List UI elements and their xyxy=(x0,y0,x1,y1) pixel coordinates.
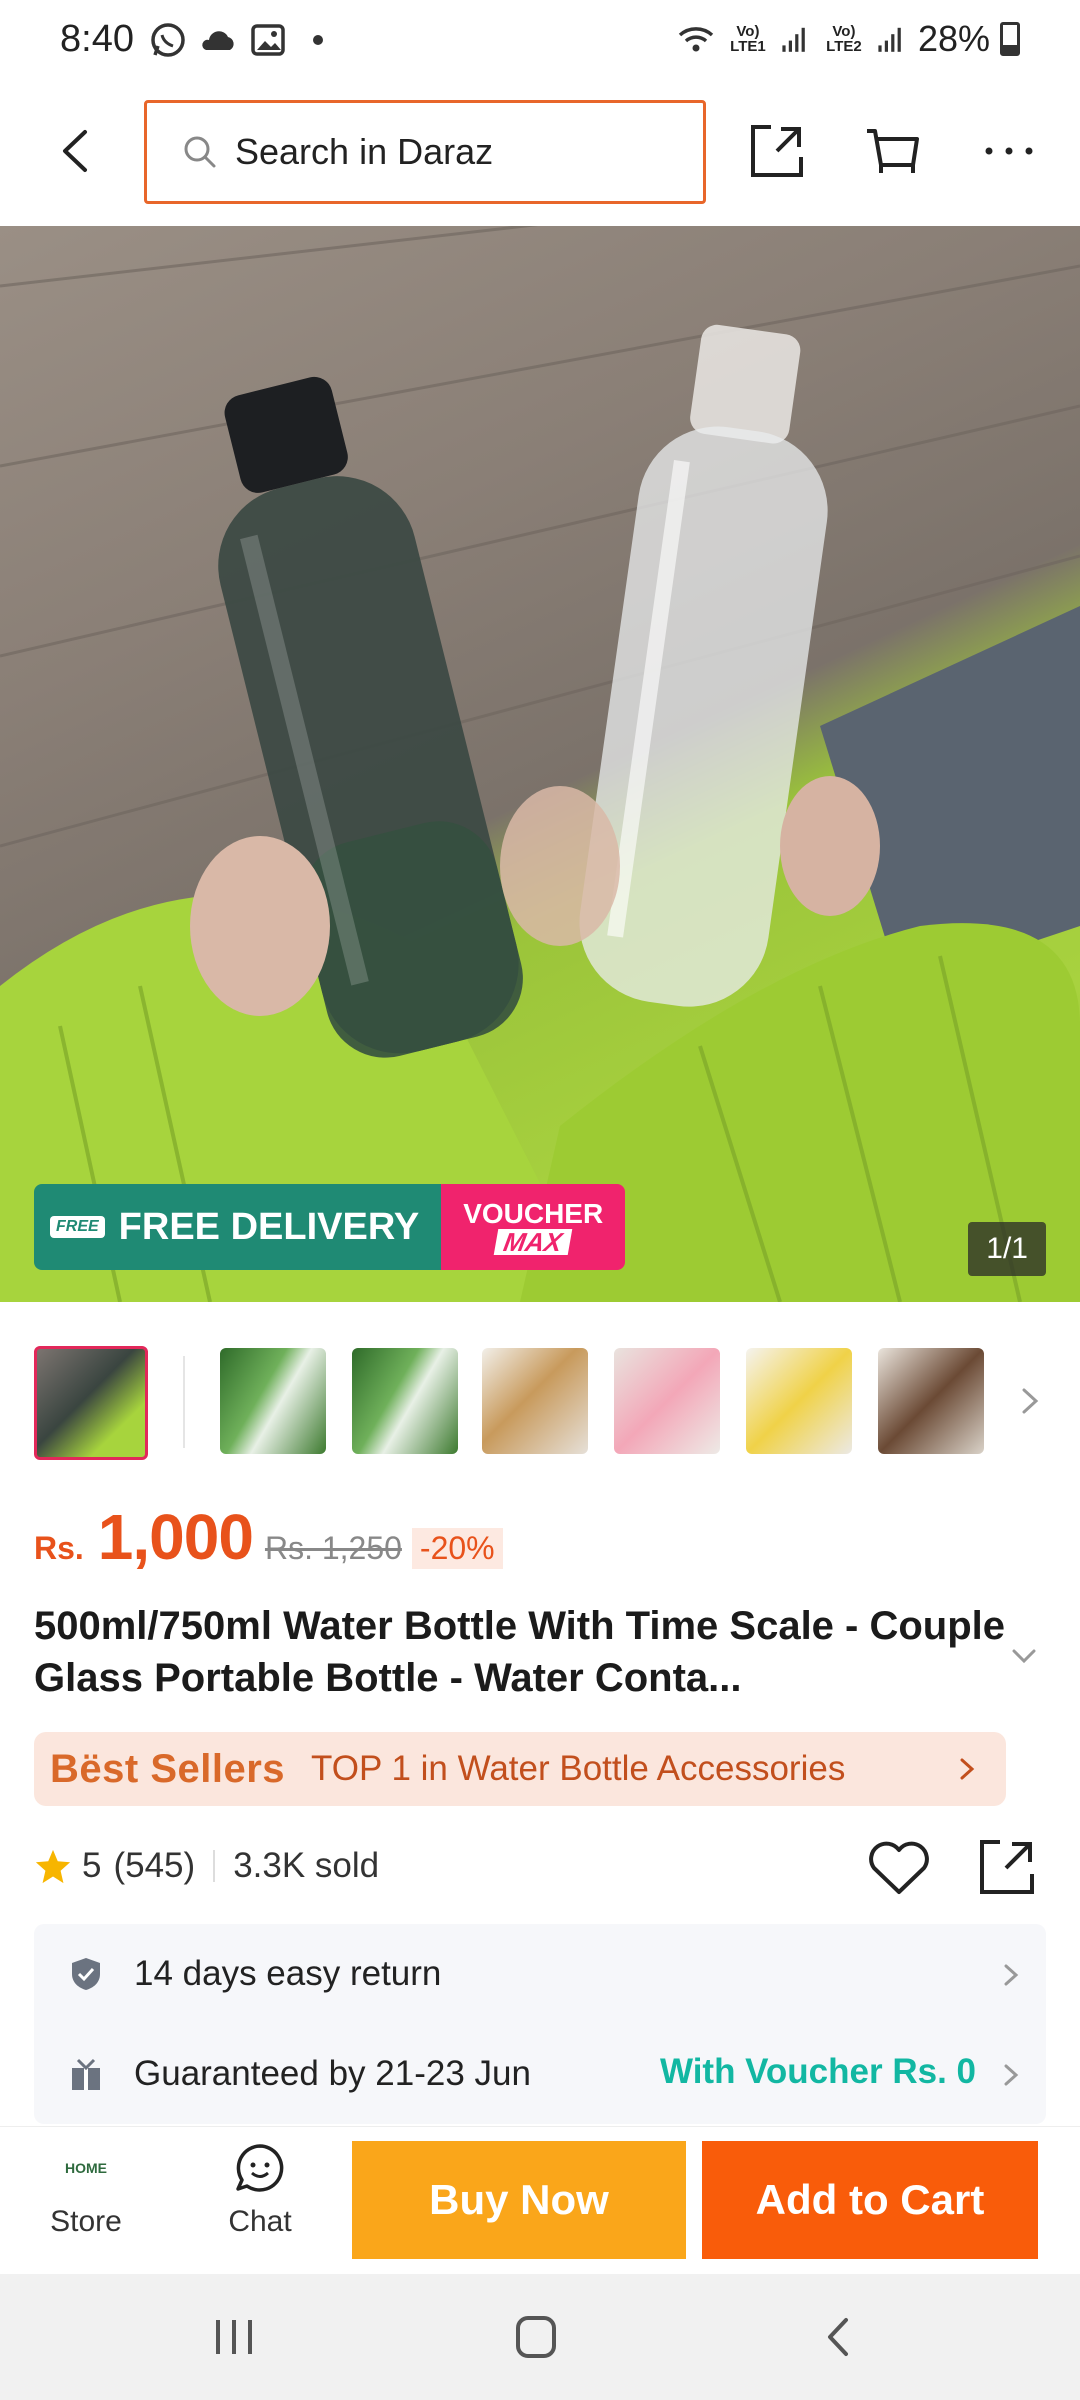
voucher-max-badge: VOUCHER MAX xyxy=(441,1184,626,1270)
buy-now-button[interactable]: Buy Now xyxy=(352,2141,686,2259)
chat-icon xyxy=(236,2144,284,2192)
status-bar: 8:40 Vo) LTE1 Vo) LTE2 28% xyxy=(0,0,1080,80)
status-system-icons: Vo) LTE1 Vo) LTE2 28% xyxy=(676,18,1020,60)
search-placeholder: Search in Daraz xyxy=(235,131,494,172)
thumbnail-item[interactable] xyxy=(614,1348,720,1454)
store-label: Store xyxy=(50,2205,122,2238)
bestseller-banner[interactable]: Bëst Sellers TOP 1 in Water Bottle Acces… xyxy=(34,1732,1006,1806)
delivery-text: Guaranteed by 21-23 Jun xyxy=(134,2054,531,2093)
store-button[interactable]: HOME Store xyxy=(26,2141,146,2239)
product-photo xyxy=(0,226,1080,1302)
divider xyxy=(213,1850,216,1882)
sold-count: 3.3K sold xyxy=(233,1846,380,1885)
discount-badge: -20% xyxy=(411,1528,503,1569)
more-button[interactable] xyxy=(974,116,1044,186)
image-counter: 1/1 xyxy=(968,1222,1046,1276)
thumbnail-item[interactable] xyxy=(352,1348,458,1454)
back-button[interactable] xyxy=(40,116,110,186)
back-nav-icon[interactable] xyxy=(810,2312,870,2362)
whatsapp-icon xyxy=(151,23,185,57)
delivery-row[interactable]: Guaranteed by 21-23 Jun With Voucher Rs.… xyxy=(34,2024,1046,2124)
signal-icon xyxy=(878,27,901,52)
shield-check-icon xyxy=(72,1958,100,1990)
bestseller-badge: Bëst Sellers xyxy=(50,1746,286,1791)
bottom-action-bar: HOME Store Chat Buy Now Add to Cart xyxy=(0,2126,1080,2274)
share-icon xyxy=(751,125,803,177)
service-info-card: 14 days easy return Guaranteed by 21-23 … xyxy=(34,1924,1046,2124)
chat-label: Chat xyxy=(228,2205,292,2238)
status-notification-icons xyxy=(148,20,338,60)
sim2-label: Vo) LTE2 xyxy=(826,23,862,55)
cart-icon xyxy=(867,129,919,173)
add-to-cart-button[interactable]: Add to Cart xyxy=(702,2141,1038,2259)
thumbnail-item[interactable] xyxy=(220,1348,326,1454)
product-title[interactable]: 500ml/750ml Water Bottle With Time Scale… xyxy=(34,1600,1014,1704)
current-price: 1,000 xyxy=(97,1501,254,1573)
chevron-right-icon xyxy=(1004,2064,1019,2086)
thumbnail-item[interactable] xyxy=(878,1348,984,1454)
gallery-icon xyxy=(251,24,285,56)
thumbnail-item[interactable] xyxy=(34,1346,148,1460)
product-image[interactable]: FREE FREE DELIVERY VOUCHER MAX 1/1 xyxy=(0,226,1080,1302)
bestseller-text: TOP 1 in Water Bottle Accessories xyxy=(311,1749,846,1788)
price-row: Rs. 1,000 Rs. 1,250 -20% xyxy=(34,1500,503,1574)
cloud-icon xyxy=(202,31,234,50)
share-button[interactable] xyxy=(742,116,812,186)
return-text: 14 days easy return xyxy=(134,1954,442,1993)
battery-percent: 28% xyxy=(917,18,990,59)
voucher-label: VOUCHER xyxy=(463,1198,604,1229)
rating-row[interactable]: 5 (545) 3.3K sold xyxy=(34,1846,379,1886)
free-delivery-label: FREE DELIVERY xyxy=(118,1205,420,1248)
more-icon xyxy=(985,147,1033,155)
thumbnail-divider xyxy=(183,1356,185,1448)
free-tag: FREE xyxy=(50,1216,105,1238)
dot-icon xyxy=(313,35,323,45)
home-icon[interactable] xyxy=(506,2312,566,2362)
thumbnail-strip xyxy=(0,1342,1080,1466)
chat-button[interactable]: Chat xyxy=(200,2141,320,2239)
status-time: 8:40 xyxy=(60,18,134,60)
wifi-icon xyxy=(678,27,714,52)
promo-banner: FREE FREE DELIVERY VOUCHER MAX xyxy=(34,1184,626,1270)
share-icon[interactable] xyxy=(974,1834,1040,1900)
chevron-right-icon xyxy=(1004,1964,1019,1986)
voucher-text: With Voucher Rs. 0 xyxy=(659,2052,976,2091)
rating-score: 5 xyxy=(82,1846,102,1885)
star-icon xyxy=(35,1849,71,1884)
sim1-label: Vo) LTE1 xyxy=(730,23,766,55)
cart-button[interactable] xyxy=(858,116,928,186)
store-logo: HOME xyxy=(65,2160,107,2176)
chevron-right-icon[interactable] xyxy=(1010,1376,1050,1426)
original-price: Rs. 1,250 xyxy=(264,1530,402,1566)
rating-count: (545) xyxy=(113,1846,196,1885)
signal-icon xyxy=(782,27,805,52)
system-nav-bar xyxy=(0,2274,1080,2400)
thumbnail-item[interactable] xyxy=(746,1348,852,1454)
chevron-down-icon[interactable] xyxy=(1004,1636,1044,1676)
battery-icon xyxy=(1000,22,1020,56)
currency-label: Rs. xyxy=(34,1530,84,1566)
max-label: MAX xyxy=(494,1227,573,1257)
heart-icon[interactable] xyxy=(866,1838,932,1898)
chevron-right-icon xyxy=(960,1758,975,1780)
back-icon xyxy=(63,130,87,172)
return-policy-row[interactable]: 14 days easy return xyxy=(34,1924,1046,2024)
search-icon xyxy=(184,136,216,168)
search-input[interactable]: Search in Daraz xyxy=(144,100,706,204)
thumbnail-item[interactable] xyxy=(482,1348,588,1454)
free-delivery-badge: FREE FREE DELIVERY xyxy=(34,1184,442,1270)
recent-apps-icon[interactable] xyxy=(204,2312,264,2362)
header: Search in Daraz xyxy=(0,80,1080,226)
gift-icon xyxy=(72,2058,100,2090)
